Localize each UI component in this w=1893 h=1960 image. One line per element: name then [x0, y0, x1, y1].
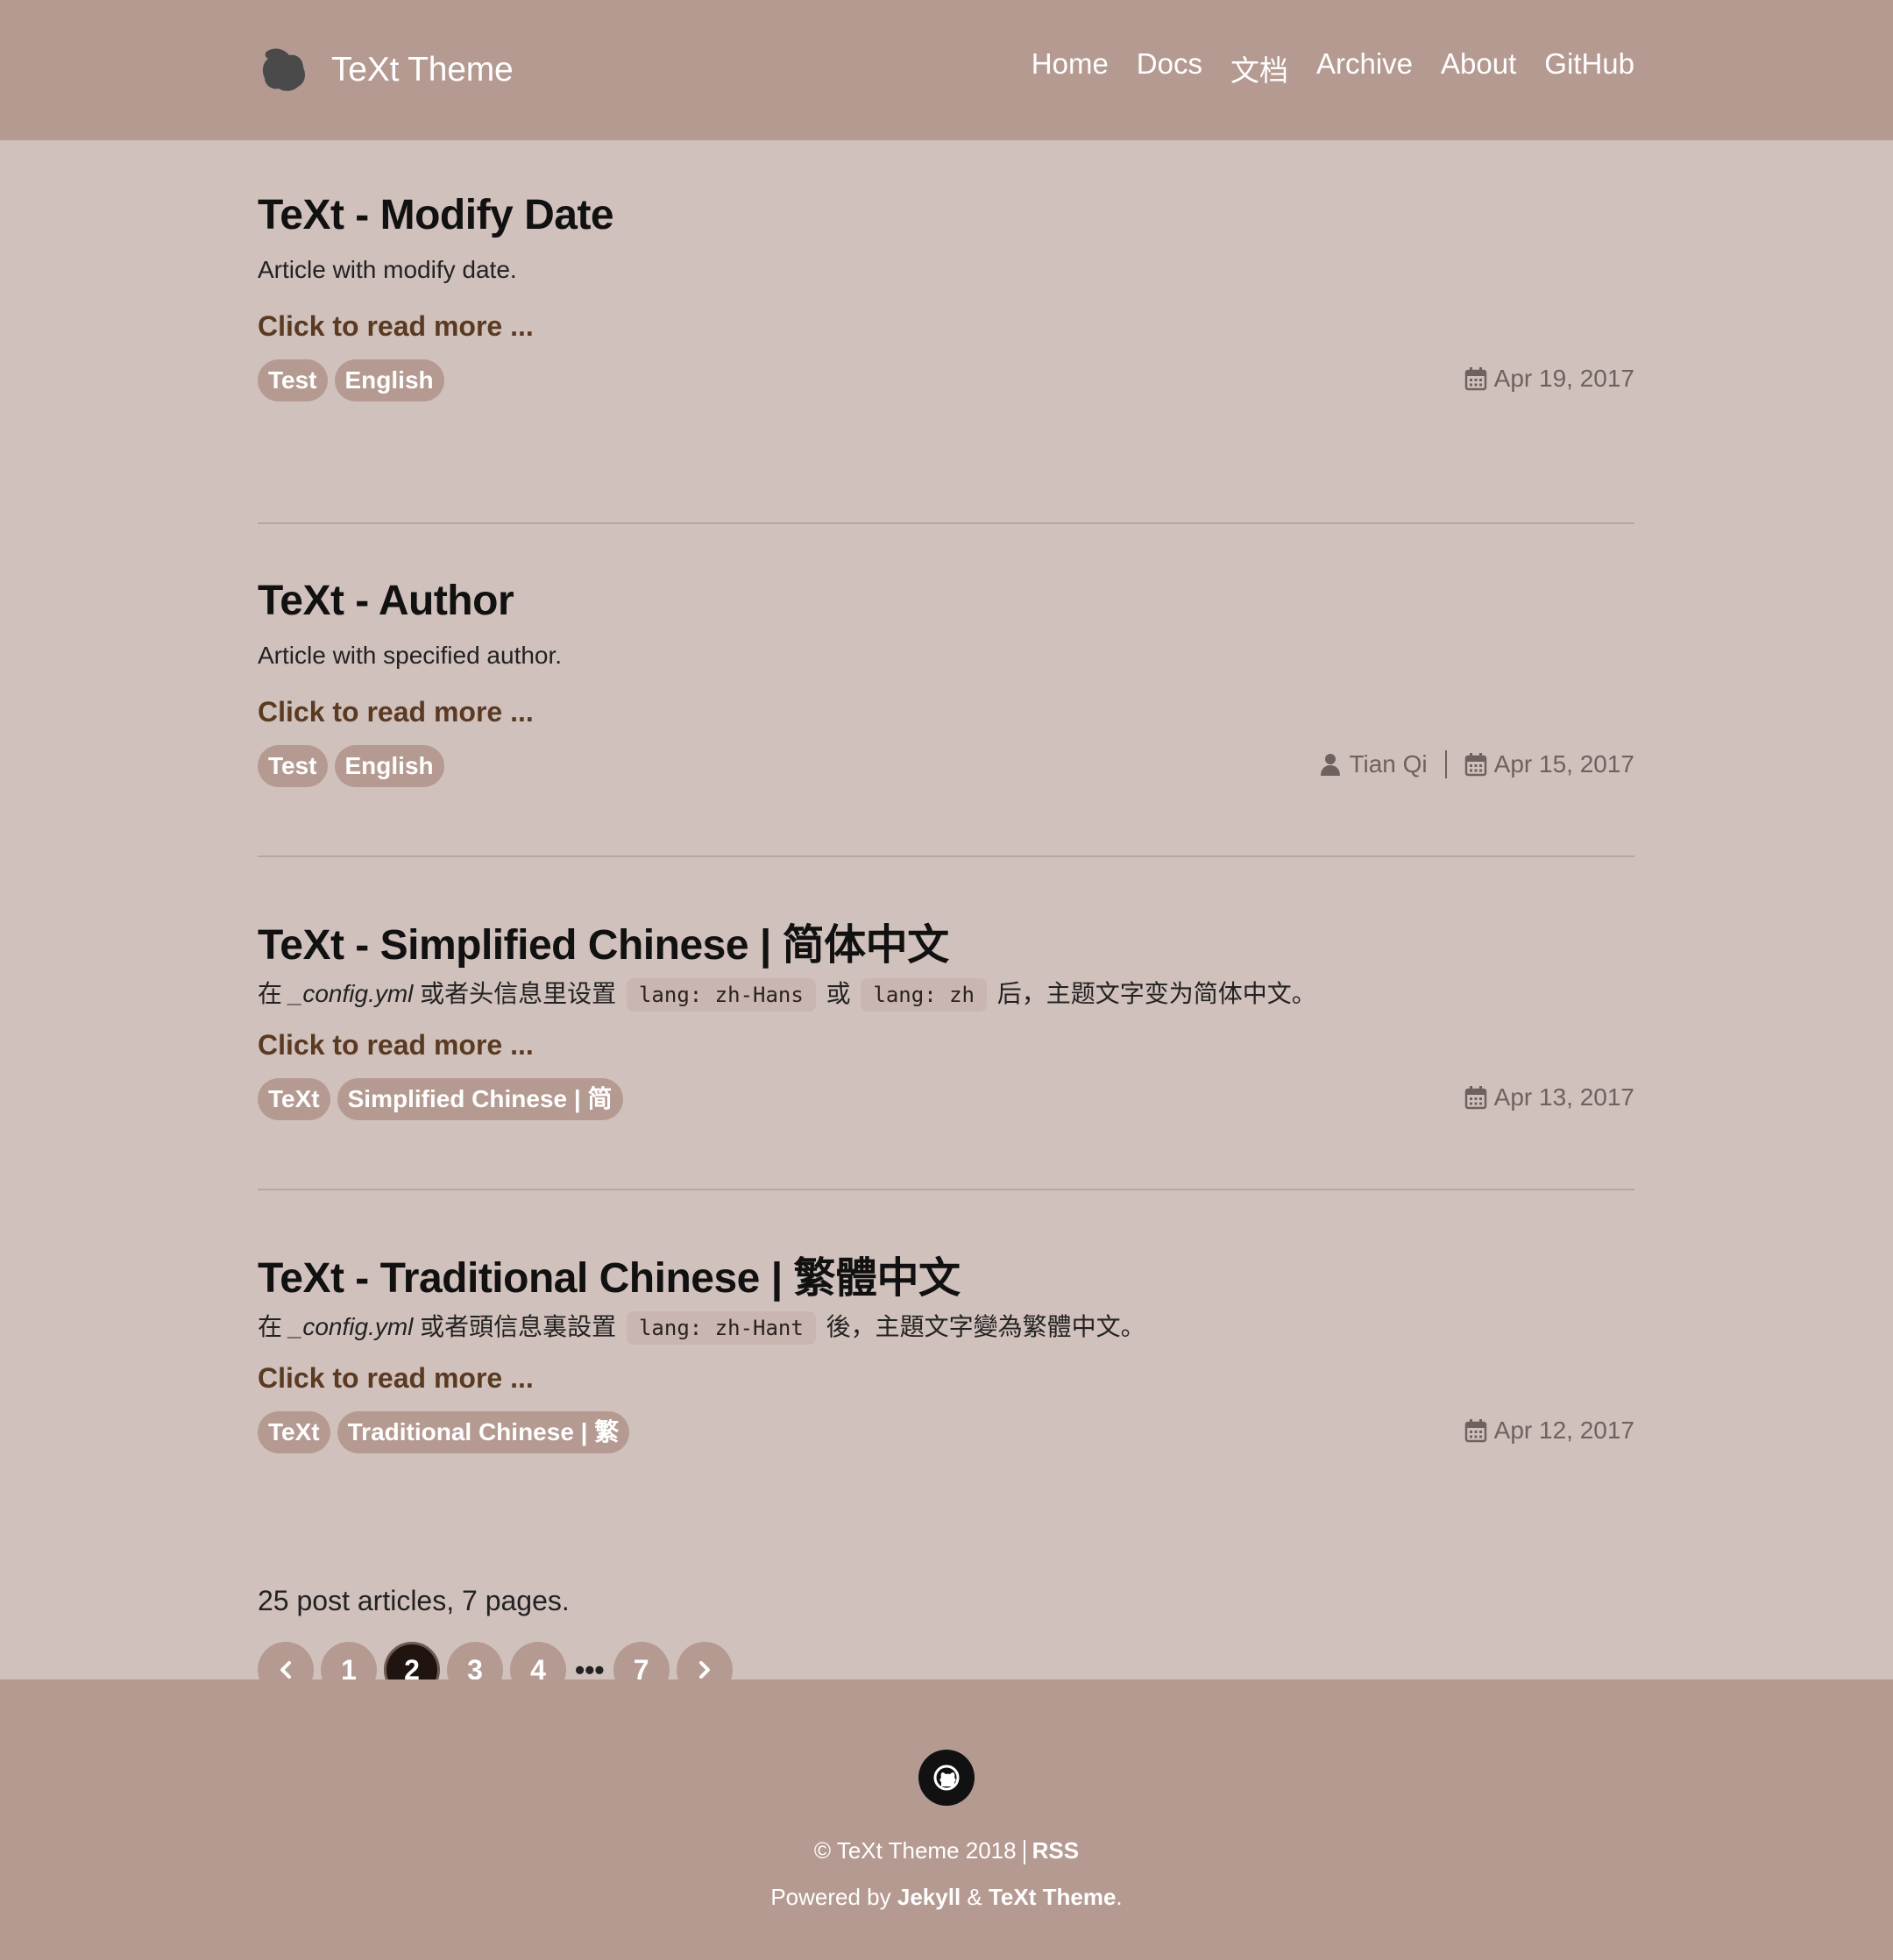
brand-name: TeXt Theme	[331, 51, 514, 89]
article-excerpt: Article with specified author.	[258, 642, 563, 669]
inline-code: lang: zh-Hant	[626, 1311, 816, 1345]
tag[interactable]: Test	[258, 745, 328, 787]
article-title[interactable]: TeXt - Author	[258, 577, 514, 625]
article-meta: Apr 19, 2017	[1464, 365, 1634, 393]
article-title[interactable]: TeXt - Modify Date	[258, 191, 614, 239]
article-meta: Apr 13, 2017	[1464, 1083, 1634, 1111]
tag-list: Test English	[258, 745, 444, 787]
text-theme-link[interactable]: TeXt Theme	[989, 1884, 1116, 1910]
excerpt-text: 后，主题文字变为简体中文。	[996, 980, 1316, 1007]
rss-link[interactable]: RSS	[1032, 1837, 1079, 1864]
tag-list: TeXt Traditional Chinese | 繁	[258, 1411, 630, 1453]
jekyll-link[interactable]: Jekyll	[897, 1884, 961, 1910]
github-icon	[933, 1765, 960, 1791]
tag[interactable]: Test	[258, 359, 328, 401]
excerpt-text: 或者頭信息裏設置	[413, 1313, 617, 1340]
pagination-summary: 25 post articles, 7 pages.	[258, 1585, 570, 1616]
main-nav: Home Docs 文档 Archive About GitHub	[1032, 47, 1634, 89]
tag[interactable]: English	[334, 359, 444, 401]
meta-divider	[1444, 750, 1447, 778]
article-meta: Tian Qi Apr 15, 2017	[1319, 750, 1634, 778]
calendar-icon	[1464, 367, 1486, 391]
tag[interactable]: Simplified Chinese | 简	[337, 1078, 623, 1120]
article-author: Tian Qi	[1349, 750, 1428, 778]
read-more-link[interactable]: Click to read more ...	[258, 1362, 534, 1395]
text-logo-icon	[262, 48, 305, 91]
tag[interactable]: TeXt	[258, 1411, 330, 1453]
inline-code: lang: zh-Hans	[626, 978, 816, 1012]
header-inner: TeXt Theme Home Docs 文档 Archive About Gi…	[258, 0, 1634, 140]
chevron-left-icon	[280, 1661, 291, 1679]
nav-about[interactable]: About	[1441, 47, 1516, 89]
site-header: TeXt Theme Home Docs 文档 Archive About Gi…	[0, 0, 1893, 140]
tag[interactable]: TeXt	[258, 1078, 330, 1120]
article-excerpt: 在 _config.yml 或者頭信息裏設置 lang: zh-Hant 後，主…	[258, 1308, 1145, 1345]
powered-by-text: Powered by	[770, 1884, 897, 1911]
period-text: .	[1116, 1884, 1123, 1911]
article-list: TeXt - Modify Date Article with modify d…	[258, 140, 1634, 1698]
tag[interactable]: Traditional Chinese | 繁	[337, 1411, 630, 1453]
calendar-icon	[1464, 1086, 1486, 1110]
article-item: TeXt - Traditional Chinese | 繁體中文 在 _con…	[258, 1190, 1634, 1523]
article-item: TeXt - Simplified Chinese | 简体中文 在 _conf…	[258, 857, 1634, 1190]
site-footer: © TeXt Theme 2018 RSS Powered by Jekyll &…	[0, 1679, 1893, 1960]
amp-text: &	[961, 1884, 989, 1911]
footer-divider	[1023, 1840, 1025, 1865]
excerpt-text: 或者头信息里设置	[413, 980, 617, 1007]
tag-list: TeXt Simplified Chinese | 简	[258, 1078, 623, 1120]
read-more-link[interactable]: Click to read more ...	[258, 310, 534, 343]
excerpt-text: 在	[258, 1313, 289, 1340]
calendar-icon	[1464, 1419, 1486, 1443]
nav-github[interactable]: GitHub	[1544, 47, 1634, 89]
article-excerpt: Article with modify date.	[258, 256, 517, 283]
article-title[interactable]: TeXt - Simplified Chinese | 简体中文	[258, 910, 949, 971]
read-more-link[interactable]: Click to read more ...	[258, 1029, 534, 1062]
excerpt-filename: _config.yml	[288, 980, 414, 1007]
article-meta: Apr 12, 2017	[1464, 1417, 1634, 1445]
nav-docs[interactable]: Docs	[1137, 47, 1202, 89]
excerpt-filename: _config.yml	[288, 1313, 414, 1340]
chevron-right-icon	[698, 1661, 710, 1679]
read-more-link[interactable]: Click to read more ...	[258, 696, 534, 728]
article-date: Apr 19, 2017	[1493, 365, 1634, 392]
article-item: TeXt - Modify Date Article with modify d…	[258, 191, 1634, 524]
article-date: Apr 13, 2017	[1493, 1083, 1634, 1111]
article-date: Apr 15, 2017	[1493, 750, 1634, 778]
user-icon	[1321, 754, 1341, 776]
footer-copyright-line: © TeXt Theme 2018 RSS	[0, 1837, 1893, 1865]
excerpt-text: 後，主題文字變為繁體中文。	[826, 1313, 1145, 1340]
article-excerpt: 在 _config.yml 或者头信息里设置 lang: zh-Hans 或 l…	[258, 975, 1316, 1012]
article-item: TeXt - Author Article with specified aut…	[258, 524, 1634, 857]
footer-powered-line: Powered by Jekyll & TeXt Theme.	[0, 1884, 1893, 1911]
article-title[interactable]: TeXt - Traditional Chinese | 繁體中文	[258, 1243, 961, 1304]
excerpt-text: 或	[826, 980, 851, 1007]
tag[interactable]: English	[334, 745, 444, 787]
inline-code: lang: zh	[861, 978, 987, 1012]
nav-archive[interactable]: Archive	[1316, 47, 1413, 89]
copyright-text: © TeXt Theme 2018	[813, 1837, 1017, 1864]
tag-list: Test English	[258, 359, 444, 401]
article-date: Apr 12, 2017	[1493, 1417, 1634, 1444]
nav-home[interactable]: Home	[1032, 47, 1109, 89]
excerpt-text: 在	[258, 980, 289, 1007]
brand-link[interactable]: TeXt Theme	[258, 45, 514, 96]
calendar-icon	[1464, 753, 1486, 777]
github-link[interactable]	[918, 1750, 975, 1806]
nav-docs-zh[interactable]: 文档	[1230, 47, 1288, 89]
